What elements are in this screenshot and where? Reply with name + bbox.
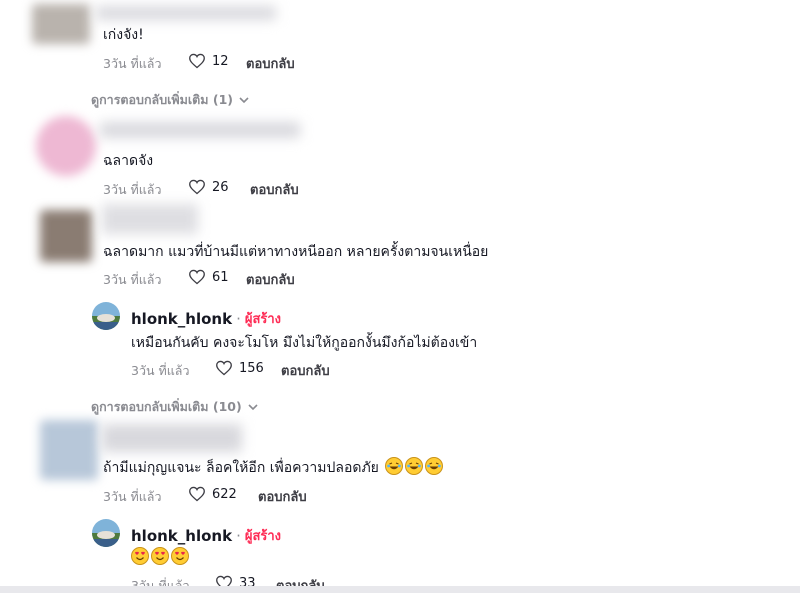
comment-time: 3วัน ที่แล้ว [103,272,162,287]
heart-eyes-emoji [131,547,149,565]
creator-badge: ผู้สร้าง [244,529,282,544]
reply-text: เหมือนกันคับ คงจะโมโห มึงไม่ให้กูออกงั้น… [131,335,478,351]
reply-button[interactable]: ตอบกลับ [246,53,295,74]
heart-icon [189,53,205,69]
username-blurred[interactable] [100,122,300,138]
username-blurred[interactable] [96,6,276,20]
comment-time: 3วัน ที่แล้ว [103,489,162,504]
avatar[interactable] [32,4,90,44]
reply-button[interactable]: ตอบกลับ [258,486,307,507]
heart-icon [216,360,232,376]
like-button[interactable]: 26 [188,179,229,195]
creator-avatar[interactable] [92,519,120,547]
like-button[interactable]: 622 [188,486,237,502]
view-more-replies-button[interactable]: ดูการตอบกลับเพิ่มเติม (10) [91,397,258,417]
creator-avatar-image [92,519,120,547]
creator-avatar[interactable] [92,302,120,330]
reply-username[interactable]: hlonk_hlonk [131,310,232,328]
like-count: 156 [239,360,264,376]
reply-time: 3วัน ที่แล้ว [131,363,190,378]
comment-text: เก่งจัง! [103,27,144,43]
username-blurred[interactable] [102,424,242,452]
avatar[interactable] [36,116,96,176]
reply-emojis [129,547,189,566]
reply-username-row: hlonk_hlonk · ผู้สร้าง [131,525,281,546]
like-count: 622 [212,486,237,502]
laughing-emoji [425,457,444,475]
comment-text: ถ้ามีแม่กุญแจนะ ล็อคให้อีก เพื่อความปลอด… [103,457,444,479]
avatar[interactable] [40,210,92,262]
like-button[interactable]: 12 [188,53,229,69]
comment-text: ฉลาดจัง [103,153,154,169]
heart-eyes-emoji [151,547,169,565]
reply-button[interactable]: ตอบกลับ [246,269,295,290]
avatar[interactable] [40,420,98,480]
bottom-scroll-bar[interactable] [0,586,800,593]
view-more-label: ดูการตอบกลับเพิ่มเติม (10) [91,399,242,414]
chevron-down-icon [248,403,258,410]
comment-text-content: ถ้ามีแม่กุญแจนะ ล็อคให้อีก เพื่อความปลอด… [103,460,379,476]
comment-time: 3วัน ที่แล้ว [103,182,162,197]
view-more-replies-button[interactable]: ดูการตอบกลับเพิ่มเติม (1) [91,90,249,110]
like-count: 26 [212,179,229,195]
like-button[interactable]: 61 [188,269,229,285]
laughing-emoji [405,457,424,475]
creator-avatar-image [92,302,120,330]
like-count: 12 [212,53,229,69]
reply-username-row: hlonk_hlonk · ผู้สร้าง [131,308,281,329]
chevron-down-icon [239,96,249,103]
view-more-label: ดูการตอบกลับเพิ่มเติม (1) [91,92,233,107]
laughing-emoji [385,457,404,475]
heart-icon [189,269,205,285]
creator-badge: ผู้สร้าง [244,312,282,327]
heart-eyes-emoji [171,547,189,565]
heart-icon [189,486,205,502]
separator-dot: · [236,309,241,328]
username-blurred[interactable] [102,204,198,234]
like-button[interactable]: 156 [215,360,264,376]
like-count: 61 [212,269,229,285]
reply-button[interactable]: ตอบกลับ [250,179,299,200]
separator-dot: · [236,526,241,545]
comment-time: 3วัน ที่แล้ว [103,56,162,71]
comment-text: ฉลาดมาก แมวที่บ้านมีแต่หาทางหนีออก หลายค… [103,244,489,260]
heart-icon [189,179,205,195]
reply-button[interactable]: ตอบกลับ [281,360,330,381]
reply-username[interactable]: hlonk_hlonk [131,527,232,545]
